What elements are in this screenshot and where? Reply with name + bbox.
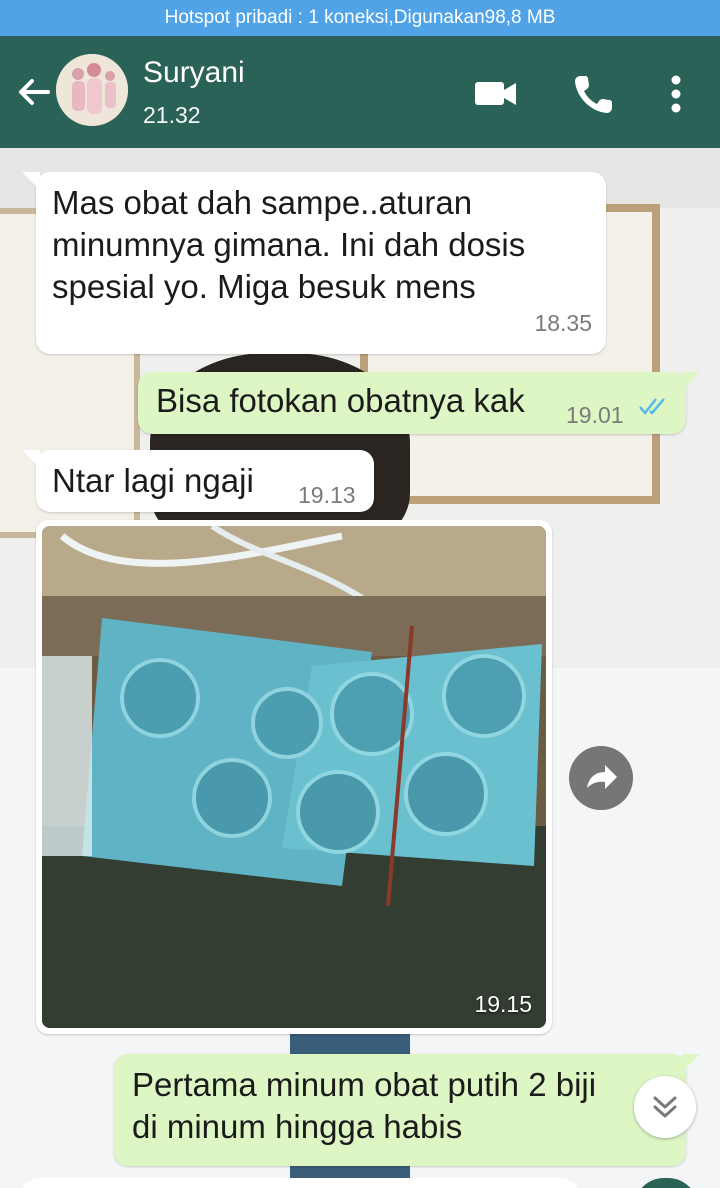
back-arrow-icon[interactable] — [14, 72, 54, 112]
hotspot-status-bar[interactable]: Hotspot pribadi : 1 koneksi,Digunakan98,… — [0, 0, 720, 36]
incoming-message[interactable]: Ntar lagi ngaji 19.13 — [22, 450, 374, 512]
chat-area[interactable]: Mas obat dah sampe..aturan minumnya gima… — [0, 148, 720, 1188]
message-input-bar[interactable] — [20, 1178, 580, 1188]
chat-header: Suryani 21.32 — [0, 36, 720, 148]
message-time: 19.13 — [298, 482, 356, 508]
message-line: spesial yo. Miga besuk mens — [52, 268, 476, 305]
incoming-image-message[interactable]: 19.15 — [36, 520, 552, 1034]
message-text: Ntar lagi ngaji — [52, 462, 254, 499]
medicine-photo[interactable]: 19.15 — [42, 526, 546, 1028]
more-vert-icon[interactable] — [652, 70, 700, 118]
forward-icon[interactable] — [569, 746, 633, 810]
outgoing-message[interactable]: Pertama minum obat putih 2 biji di minum… — [114, 1054, 700, 1166]
message-line: Mas obat dah sampe..aturan — [52, 184, 473, 221]
message-time: 19.15 — [474, 991, 532, 1017]
outgoing-message[interactable]: Bisa fotokan obatnya kak 19.01 — [138, 372, 700, 434]
hotspot-text: Hotspot pribadi : 1 koneksi,Digunakan98,… — [164, 7, 556, 28]
video-call-icon[interactable] — [472, 70, 520, 118]
contact-name[interactable]: Suryani — [143, 56, 245, 90]
chevron-double-down-icon[interactable] — [634, 1076, 696, 1138]
message-line: di minum hingga habis — [132, 1108, 463, 1145]
message-line: Pertama minum obat putih 2 biji — [132, 1066, 597, 1103]
phone-icon[interactable] — [570, 70, 618, 118]
message-time: 18.35 — [534, 310, 592, 336]
message-line: minumnya gimana. Ini dah dosis — [52, 226, 526, 263]
double-check-icon — [639, 398, 665, 415]
incoming-message[interactable]: Mas obat dah sampe..aturan minumnya gima… — [22, 172, 606, 354]
message-text: Bisa fotokan obatnya kak — [156, 382, 525, 419]
last-seen: 21.32 — [143, 102, 201, 128]
message-time: 19.01 — [566, 402, 624, 428]
avatar[interactable] — [56, 54, 128, 126]
